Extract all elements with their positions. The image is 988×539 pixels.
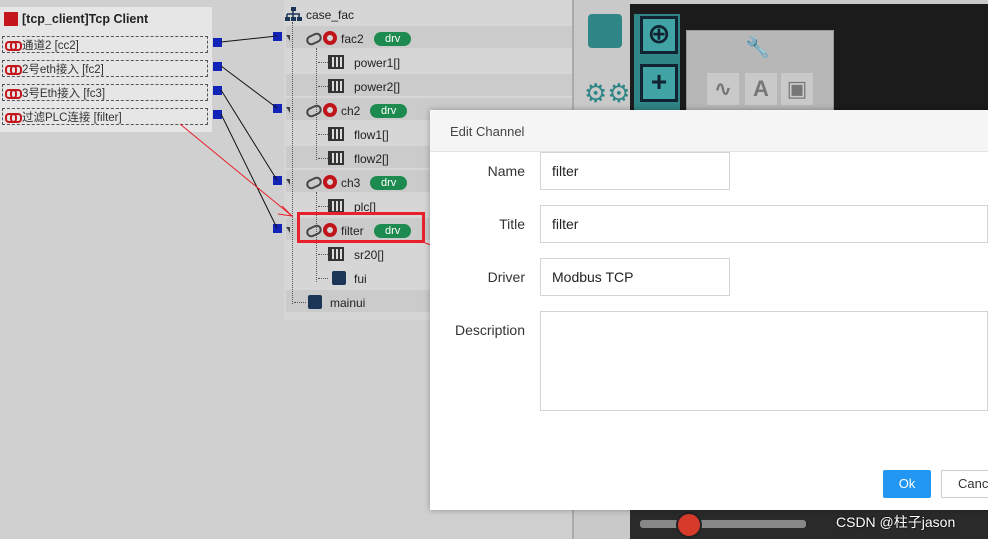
- driver-select[interactable]: Modbus TCP: [540, 258, 730, 296]
- watermark: CSDN @柱子jason: [836, 514, 956, 530]
- driver-label: Driver: [487, 269, 525, 285]
- name-input[interactable]: filter: [540, 152, 730, 190]
- cancel-button[interactable]: Cance: [941, 470, 988, 498]
- description-textarea[interactable]: [540, 311, 988, 411]
- name-label: Name: [487, 163, 525, 179]
- title-label: Title: [499, 216, 525, 232]
- ok-button[interactable]: Ok: [883, 470, 931, 498]
- dialog-title: Edit Channel: [450, 124, 525, 139]
- title-input[interactable]: filter: [540, 205, 988, 243]
- description-label: Description: [454, 322, 525, 338]
